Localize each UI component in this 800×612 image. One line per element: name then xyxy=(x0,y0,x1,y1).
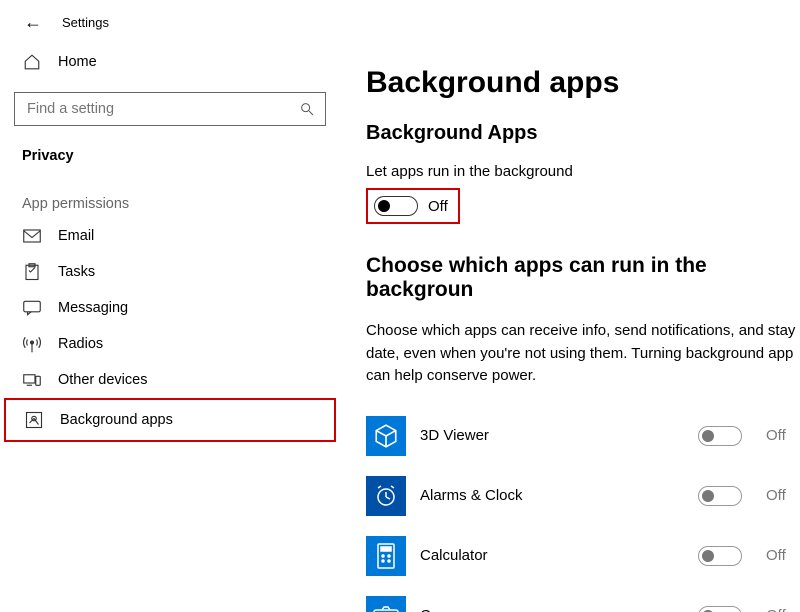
app-row-calculator: Calculator Off xyxy=(366,526,800,586)
app-toggle[interactable] xyxy=(698,426,742,446)
messaging-icon xyxy=(22,298,42,318)
app-row-alarms-clock: Alarms & Clock Off xyxy=(366,466,800,526)
group-title: App permissions xyxy=(14,172,326,218)
radios-icon xyxy=(22,334,42,354)
sidebar: Home Privacy App permissions Email Tasks xyxy=(0,44,340,612)
sidebar-item-label: Radios xyxy=(58,336,103,352)
sidebar-item-messaging[interactable]: Messaging xyxy=(14,290,326,326)
master-toggle-state: Off xyxy=(428,198,448,215)
app-toggle[interactable] xyxy=(698,486,742,506)
choose-description: Choose which apps can receive info, send… xyxy=(366,320,800,388)
app-row-camera: Camera Off xyxy=(366,586,800,612)
title-bar: ← Settings xyxy=(0,0,800,44)
search-field[interactable] xyxy=(25,100,299,118)
app-name: Camera xyxy=(420,607,684,612)
sidebar-home-label: Home xyxy=(58,54,97,70)
sidebar-item-label: Messaging xyxy=(58,300,128,316)
app-toggle[interactable] xyxy=(698,606,742,612)
app-toggle[interactable] xyxy=(698,546,742,566)
section-heading: Background Apps xyxy=(366,122,800,145)
app-toggle-state: Off xyxy=(766,427,800,444)
sidebar-home[interactable]: Home xyxy=(14,44,326,80)
sidebar-item-tasks[interactable]: Tasks xyxy=(14,254,326,290)
master-toggle-highlight: Off xyxy=(366,188,460,224)
main-content: Background apps Background Apps Let apps… xyxy=(340,44,800,612)
search-input[interactable] xyxy=(14,92,326,126)
app-toggle-state: Off xyxy=(766,487,800,504)
sidebar-item-other-devices[interactable]: Other devices xyxy=(14,362,326,398)
sidebar-item-label: Email xyxy=(58,228,94,244)
search-icon xyxy=(299,101,315,117)
app-toggle-state: Off xyxy=(766,607,800,612)
background-apps-icon xyxy=(24,410,44,430)
sidebar-item-label: Other devices xyxy=(58,372,147,388)
app-name: Calculator xyxy=(420,547,684,564)
back-button[interactable]: ← xyxy=(24,12,42,33)
camera-icon xyxy=(366,596,406,612)
tasks-icon xyxy=(22,262,42,282)
other-devices-icon xyxy=(22,370,42,390)
calculator-icon xyxy=(366,536,406,576)
sidebar-item-radios[interactable]: Radios xyxy=(14,326,326,362)
alarms-clock-icon xyxy=(366,476,406,516)
window-title: Settings xyxy=(62,15,109,30)
page-title: Background apps xyxy=(366,66,800,100)
sidebar-item-label: Background apps xyxy=(60,412,173,428)
3d-viewer-icon xyxy=(366,416,406,456)
app-row-3d-viewer: 3D Viewer Off xyxy=(366,406,800,466)
sidebar-item-label: Tasks xyxy=(58,264,95,280)
app-name: 3D Viewer xyxy=(420,427,684,444)
email-icon xyxy=(22,226,42,246)
sidebar-item-email[interactable]: Email xyxy=(14,218,326,254)
master-toggle-label: Let apps run in the background xyxy=(366,163,800,180)
choose-heading: Choose which apps can run in the backgro… xyxy=(366,254,800,302)
app-name: Alarms & Clock xyxy=(420,487,684,504)
app-toggle-state: Off xyxy=(766,547,800,564)
sidebar-item-background-apps[interactable]: Background apps xyxy=(4,398,336,442)
home-icon xyxy=(22,52,42,72)
master-toggle[interactable] xyxy=(374,196,418,216)
category-title: Privacy xyxy=(14,144,326,172)
